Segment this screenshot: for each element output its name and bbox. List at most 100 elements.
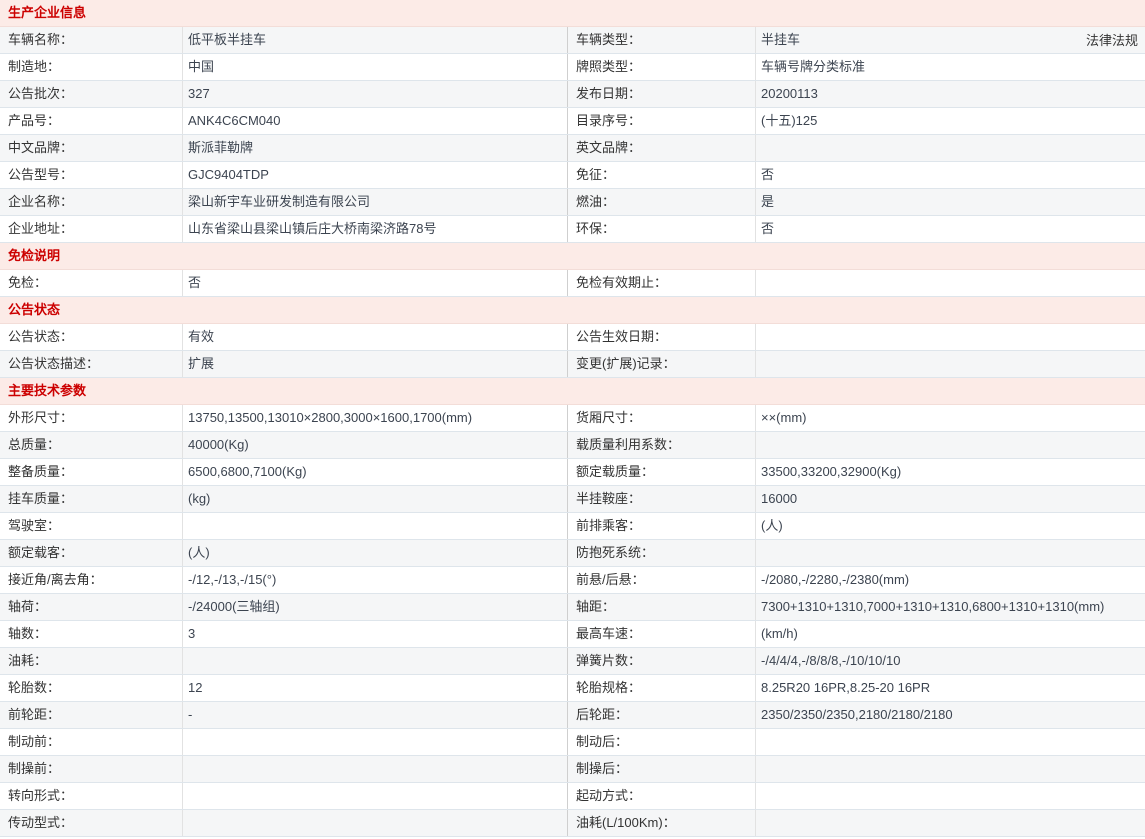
table-row: 中文品牌： 斯派菲勒牌 英文品牌： — [0, 135, 1145, 162]
field-label: 发布日期： — [568, 81, 756, 107]
field-value: 40000(Kg) — [183, 432, 568, 458]
field-label: 公告状态描述： — [0, 351, 183, 377]
field-value: 327 — [183, 81, 568, 107]
field-label: 公告型号： — [0, 162, 183, 188]
table-row: 传动型式： 油耗(L/100Km)： — [0, 810, 1145, 837]
field-label: 牌照类型： — [568, 54, 756, 80]
field-label: 中文品牌： — [0, 135, 183, 161]
field-label: 传动型式： — [0, 810, 183, 836]
field-value: (kg) — [183, 486, 568, 512]
field-label: 制动后： — [568, 729, 756, 755]
table-row: 制操前： 制操后： — [0, 756, 1145, 783]
field-label: 起动方式： — [568, 783, 756, 809]
field-value — [756, 135, 1145, 161]
field-label: 车辆名称： — [0, 27, 183, 53]
field-value: 扩展 — [183, 351, 568, 377]
field-label: 载质量利用系数： — [568, 432, 756, 458]
table-row: 公告型号： GJC9404TDP 免征： 否 — [0, 162, 1145, 189]
table-row: 转向形式： 起动方式： — [0, 783, 1145, 810]
field-value: 山东省梁山县梁山镇后庄大桥南梁济路78号 — [183, 216, 568, 242]
field-value: 13750,13500,13010×2800,3000×1600,1700(mm… — [183, 405, 568, 431]
table-row: 轴荷： -/24000(三轴组) 轴距： 7300+1310+1310,7000+13… — [0, 594, 1145, 621]
field-label: 防抱死系统： — [568, 540, 756, 566]
field-label: 整备质量： — [0, 459, 183, 485]
field-value: 否 — [183, 270, 568, 296]
field-label: 轴距： — [568, 594, 756, 620]
section-header: 免检说明 — [0, 243, 1145, 270]
field-value: 6500,6800,7100(Kg) — [183, 459, 568, 485]
field-label: 企业名称： — [0, 189, 183, 215]
field-value: (人) — [761, 518, 783, 533]
table-row: 制动前： 制动后： — [0, 729, 1145, 756]
field-label: 前排乘客： — [568, 513, 756, 539]
table-row: 轴数： 3 最高车速： (km/h) — [0, 621, 1145, 648]
field-label: 额定载客： — [0, 540, 183, 566]
table-row: 车辆名称： 低平板半挂车 车辆类型： 半挂车 — [0, 27, 1145, 54]
field-value — [756, 351, 1145, 377]
field-value: 中国 — [183, 54, 568, 80]
table-row: 产品号： ANK4C6CM040 目录序号： (十五)125 — [0, 108, 1145, 135]
field-value: (km/h) — [761, 626, 798, 641]
table-row: 企业地址： 山东省梁山县梁山镇后庄大桥南梁济路78号 环保： 否 — [0, 216, 1145, 243]
field-value: ANK4C6CM040 — [183, 108, 568, 134]
field-label: 油耗： — [0, 648, 183, 674]
field-label: 目录序号： — [568, 108, 756, 134]
field-label: 后轮距： — [568, 702, 756, 728]
field-value: 斯派菲勒牌 — [183, 135, 568, 161]
field-label: 燃油： — [568, 189, 756, 215]
field-label: 制操后： — [568, 756, 756, 782]
field-value: (十五)125 — [761, 113, 818, 128]
field-label: 免检有效期止： — [568, 270, 756, 296]
table-row: 油耗： 弹簧片数： -/4/4/4,-/8/8/8,-/10/10/10 — [0, 648, 1145, 675]
field-value — [183, 810, 568, 836]
field-value: 否 — [761, 167, 775, 182]
field-value: 12 — [183, 675, 568, 701]
field-value: 20200113 — [761, 86, 818, 101]
field-value — [183, 756, 568, 782]
field-value: - — [183, 702, 568, 728]
field-value — [756, 756, 1145, 782]
field-label: 企业地址： — [0, 216, 183, 242]
field-label: 挂车质量： — [0, 486, 183, 512]
field-label: 驾驶室： — [0, 513, 183, 539]
field-label: 公告批次： — [0, 81, 183, 107]
table-row: 公告批次： 327 发布日期： 20200113 — [0, 81, 1145, 108]
legal-regulations-link[interactable]: 法律法规 — [1086, 31, 1138, 51]
table-row: 免检：否免检有效期止： — [0, 270, 1145, 297]
table-row: 前轮距： - 后轮距： 2350/2350/2350,2180/2180/2180 — [0, 702, 1145, 729]
field-value: -/12,-/13,-/15(°) — [183, 567, 568, 593]
table-row: 总质量： 40000(Kg) 载质量利用系数： — [0, 432, 1145, 459]
field-label: 额定载质量： — [568, 459, 756, 485]
field-value: 梁山新宇车业研发制造有限公司 — [183, 189, 568, 215]
field-value: 8.25R20 16PR,8.25-20 16PR — [761, 680, 931, 695]
field-label: 公告生效日期： — [568, 324, 756, 350]
field-label: 前轮距： — [0, 702, 183, 728]
table-row: 企业名称： 梁山新宇车业研发制造有限公司 燃油： 是 — [0, 189, 1145, 216]
field-label: 油耗(L/100Km)： — [568, 810, 756, 836]
section-header: 主要技术参数 — [0, 378, 1145, 405]
field-value: 是 — [761, 194, 775, 209]
field-value: (人) — [183, 540, 568, 566]
field-label: 总质量： — [0, 432, 183, 458]
table-row: 制造地： 中国 牌照类型： 车辆号牌分类标准 — [0, 54, 1145, 81]
field-label: 车辆类型： — [568, 27, 756, 53]
field-label: 外形尺寸： — [0, 405, 183, 431]
field-label: 半挂鞍座： — [568, 486, 756, 512]
field-value — [183, 648, 568, 674]
table-row: 公告状态： 有效 公告生效日期： — [0, 324, 1145, 351]
field-value: 3 — [183, 621, 568, 647]
field-value: 33500,33200,32900(Kg) — [761, 464, 902, 479]
field-value — [756, 783, 1145, 809]
field-label: 制造地： — [0, 54, 183, 80]
field-value — [756, 270, 1145, 296]
table-row: 挂车质量： (kg) 半挂鞍座： 16000 — [0, 486, 1145, 513]
field-label: 转向形式： — [0, 783, 183, 809]
field-label: 公告状态： — [0, 324, 183, 350]
field-value — [756, 540, 1145, 566]
table-row: 驾驶室： 前排乘客： (人) — [0, 513, 1145, 540]
field-label: 制操前： — [0, 756, 183, 782]
field-label: 轴荷： — [0, 594, 183, 620]
field-value: 16000 — [761, 491, 798, 506]
field-label: 轮胎数： — [0, 675, 183, 701]
vehicle-spec-table: 生产企业信息 车辆名称： 低平板半挂车 车辆类型： 半挂车 制造地： 中国 牌照类型： 车辆号牌… — [0, 0, 1145, 837]
